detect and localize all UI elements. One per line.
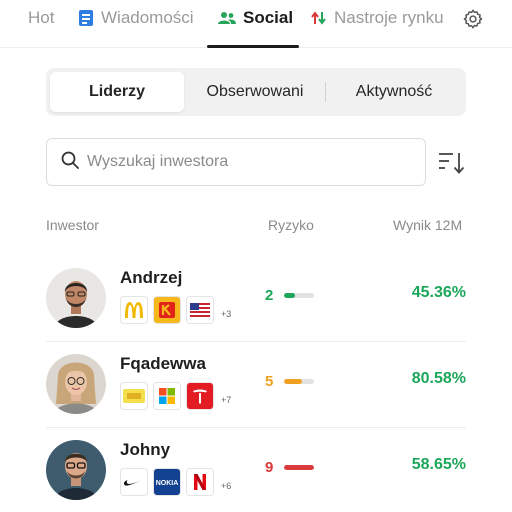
investor-name: Fqadewwa	[120, 354, 206, 373]
avatar	[46, 440, 106, 500]
svg-text:NOKIA: NOKIA	[156, 480, 179, 486]
result-12m-value: 80.58%	[411, 370, 466, 387]
mcdonalds-logo-icon	[120, 296, 148, 324]
us-flag-logo-icon	[186, 296, 214, 324]
search-input[interactable]	[87, 153, 387, 171]
risk-bar	[284, 379, 314, 384]
segment-leaders-label: Liderzy	[88, 83, 145, 100]
investor-row[interactable]: Fqadewwa +7 5 80.58%	[46, 342, 466, 428]
tab-market-sentiment-label: Nastroje rynku	[334, 8, 444, 27]
segment-activity[interactable]: Aktywność	[326, 72, 462, 112]
segment-followed[interactable]: Obserwowani	[186, 72, 324, 112]
segment-control: Liderzy Obserwowani Aktywność	[46, 68, 466, 116]
tab-social[interactable]: Social	[218, 0, 293, 36]
risk-score: 9	[265, 459, 274, 476]
risk-bar-fill	[284, 465, 314, 470]
tab-news[interactable]: Wiadomości	[78, 0, 194, 36]
active-tab-indicator	[207, 45, 299, 48]
risk-score: 2	[265, 287, 274, 304]
holdings-list: NOKIA +6	[120, 468, 231, 496]
netflix-logo-icon	[186, 468, 214, 496]
segment-activity-label: Aktywność	[355, 83, 433, 100]
risk-bar	[284, 465, 314, 470]
top-navigation: Hot Wiadomości Social Nastroje rynku	[0, 0, 512, 48]
segment-leaders[interactable]: Liderzy	[50, 72, 184, 112]
kodak-logo-icon	[153, 296, 181, 324]
sort-icon[interactable]	[437, 150, 465, 176]
investor-row[interactable]: Andrzej +3 2 45.36%	[46, 256, 466, 342]
result-12m-value: 45.36%	[411, 284, 466, 301]
holdings-list: +3	[120, 296, 231, 324]
header-investor: Inwestor	[46, 217, 99, 233]
search-box	[46, 138, 426, 186]
dax-logo-icon	[120, 382, 148, 410]
investor-name: Johny	[120, 440, 171, 459]
microsoft-logo-icon	[153, 382, 181, 410]
search-icon	[61, 151, 79, 174]
tab-news-label: Wiadomości	[101, 8, 194, 27]
investor-row[interactable]: Johny NOKIA +6 9 58.65%	[46, 428, 466, 512]
risk-score: 5	[265, 373, 274, 390]
more-holdings-count: +3	[221, 309, 232, 319]
avatar	[46, 354, 106, 414]
more-holdings-count: +7	[221, 395, 232, 405]
tab-hot[interactable]: Hot	[28, 0, 54, 36]
gear-icon[interactable]	[462, 8, 484, 30]
people-icon	[218, 11, 236, 25]
header-result-12m: Wynik 12M	[393, 217, 463, 233]
avatar	[46, 268, 106, 328]
header-risk: Ryzyko	[268, 217, 314, 233]
risk-bar-fill	[284, 379, 302, 384]
result-12m-value: 58.65%	[411, 456, 466, 473]
tesla-logo-icon	[186, 382, 214, 410]
investor-name: Andrzej	[120, 268, 183, 287]
news-icon	[78, 9, 94, 27]
risk-bar-fill	[284, 293, 295, 298]
nokia-logo-icon: NOKIA	[153, 468, 181, 496]
risk-bar	[284, 293, 314, 298]
segment-followed-label: Obserwowani	[206, 83, 304, 100]
nike-logo-icon	[120, 468, 148, 496]
tab-market-sentiment[interactable]: Nastroje rynku	[311, 0, 444, 36]
holdings-list: +7	[120, 382, 231, 410]
tab-social-label: Social	[243, 8, 294, 27]
up-down-arrows-icon	[311, 11, 327, 25]
tab-hot-label: Hot	[28, 8, 55, 27]
more-holdings-count: +6	[221, 481, 232, 491]
